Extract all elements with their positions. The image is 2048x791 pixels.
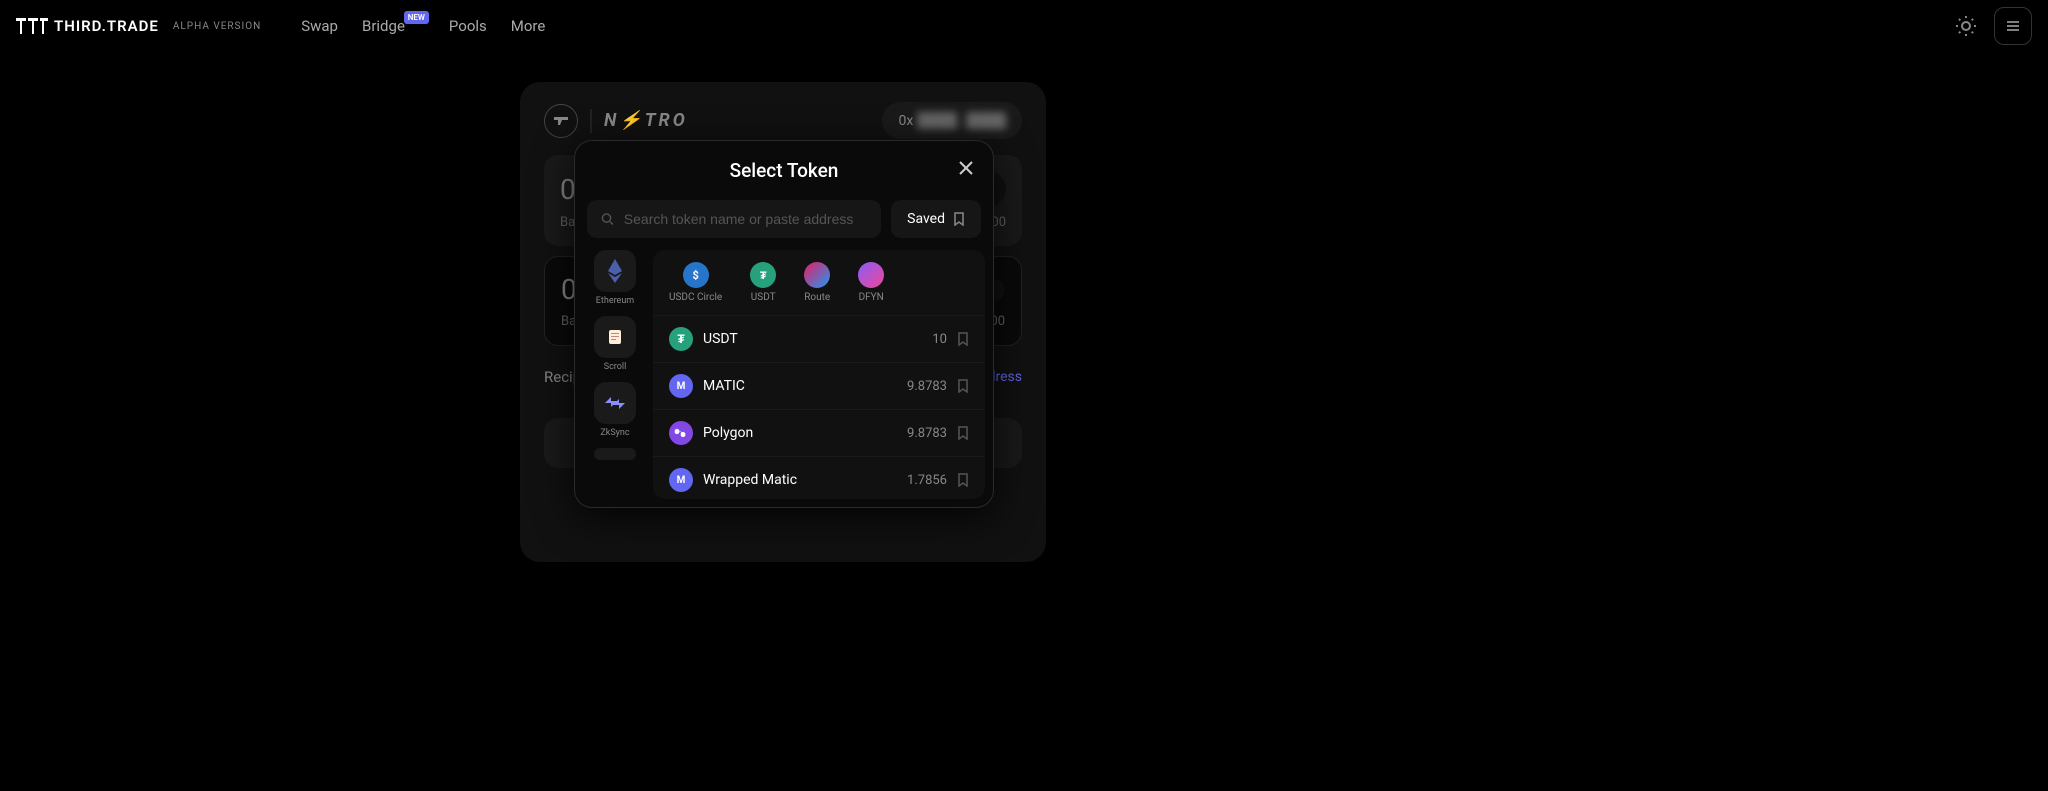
wmatic-icon: M [669, 468, 693, 492]
zksync-icon [594, 382, 636, 424]
quick-tokens: $ USDC Circle ₮ USDT Route DFYN [653, 250, 985, 316]
header-right [1954, 7, 2032, 45]
quick-token-label: DFYN [859, 292, 884, 303]
app-header: THIRD.TRADE ALPHA VERSION Swap Bridge NE… [0, 0, 2048, 52]
matic-icon: M [669, 374, 693, 398]
nav-pools[interactable]: Pools [449, 17, 487, 35]
quick-token-usdt[interactable]: ₮ USDT [750, 262, 776, 303]
token-list[interactable]: ₮ USDT 10 M MATIC 9.8783 Polygon 9.87 [653, 316, 985, 499]
usdt-icon: ₮ [750, 262, 776, 288]
usdt-icon: ₮ [669, 327, 693, 351]
sun-icon[interactable] [1954, 14, 1978, 38]
search-box[interactable] [587, 200, 881, 238]
alpha-badge: ALPHA VERSION [173, 21, 261, 32]
route-icon [804, 262, 830, 288]
token-amount: 1.7856 [907, 473, 947, 488]
token-name: Wrapped Matic [703, 472, 907, 488]
usdc-icon: $ [683, 262, 709, 288]
chain-ethereum[interactable]: Ethereum [587, 250, 643, 306]
bookmark-icon[interactable] [957, 473, 969, 487]
wallet-address-pill[interactable]: 0x████…████ [882, 102, 1022, 139]
wallet-prefix: 0x [898, 113, 913, 129]
nav-bridge[interactable]: Bridge NEW [362, 17, 405, 35]
chain-label: Scroll [604, 362, 627, 372]
app-logo[interactable]: THIRD.TRADE ALPHA VERSION [16, 17, 261, 35]
scroll-icon [594, 316, 636, 358]
token-panel: $ USDC Circle ₮ USDT Route DFYN [653, 250, 985, 499]
bookmark-icon[interactable] [957, 332, 969, 346]
close-icon [957, 159, 975, 177]
bookmark-icon [953, 212, 965, 226]
close-button[interactable] [957, 159, 975, 181]
chain-list[interactable]: Ethereum Scroll ZkSync [587, 250, 643, 499]
bookmark-icon[interactable] [957, 426, 969, 440]
token-amount: 10 [932, 332, 947, 347]
token-name: MATIC [703, 378, 907, 394]
modal-search-row: Saved [575, 200, 993, 250]
swap-card-header: N⚡TRO 0x████…████ [544, 102, 1022, 139]
quick-token-label: Route [804, 292, 830, 303]
token-amount: 9.8783 [907, 426, 947, 441]
quick-token-label: USDC Circle [669, 292, 722, 303]
chain-more[interactable] [587, 448, 643, 460]
nav-swap[interactable]: Swap [301, 17, 338, 35]
ethereum-icon [594, 250, 636, 292]
saved-label: Saved [907, 211, 945, 227]
logo-text: THIRD.TRADE [54, 17, 159, 35]
modal-body: Ethereum Scroll ZkSync $ [575, 250, 993, 507]
token-row-usdt[interactable]: ₮ USDT 10 [653, 316, 985, 363]
token-row-wmatic[interactable]: M Wrapped Matic 1.7856 [653, 457, 985, 499]
token-row-matic[interactable]: M MATIC 9.8783 [653, 363, 985, 410]
hamburger-icon [2005, 18, 2021, 34]
saved-button[interactable]: Saved [891, 200, 981, 238]
logo-icon [16, 18, 48, 34]
token-amount: 9.8783 [907, 379, 947, 394]
search-icon [601, 212, 614, 226]
card-logo-icon [544, 104, 578, 138]
menu-button[interactable] [1994, 7, 2032, 45]
modal-title: Select Token [730, 159, 839, 182]
search-input[interactable] [624, 211, 867, 227]
token-row-polygon[interactable]: Polygon 9.8783 [653, 410, 985, 457]
nitro-logo: N⚡TRO [604, 110, 688, 131]
chain-label: Ethereum [596, 296, 634, 306]
quick-token-usdc[interactable]: $ USDC Circle [669, 262, 722, 303]
main-nav: Swap Bridge NEW Pools More [301, 17, 545, 35]
chain-label: ZkSync [600, 428, 629, 438]
token-name: Polygon [703, 425, 907, 441]
dfyn-icon [858, 262, 884, 288]
modal-header: Select Token [575, 141, 993, 200]
nav-bridge-label: Bridge [362, 17, 405, 35]
polygon-icon [669, 421, 693, 445]
divider [590, 109, 592, 133]
token-name: USDT [703, 331, 932, 347]
chain-zksync[interactable]: ZkSync [587, 382, 643, 438]
new-badge: NEW [404, 11, 429, 24]
quick-token-label: USDT [751, 292, 776, 303]
nav-more[interactable]: More [511, 17, 546, 35]
quick-token-dfyn[interactable]: DFYN [858, 262, 884, 303]
chain-more-icon [594, 448, 636, 460]
select-token-modal: Select Token Saved Ethere [574, 140, 994, 508]
wallet-masked: ████…████ [917, 112, 1006, 129]
quick-token-route[interactable]: Route [804, 262, 830, 303]
chain-scroll[interactable]: Scroll [587, 316, 643, 372]
bookmark-icon[interactable] [957, 379, 969, 393]
